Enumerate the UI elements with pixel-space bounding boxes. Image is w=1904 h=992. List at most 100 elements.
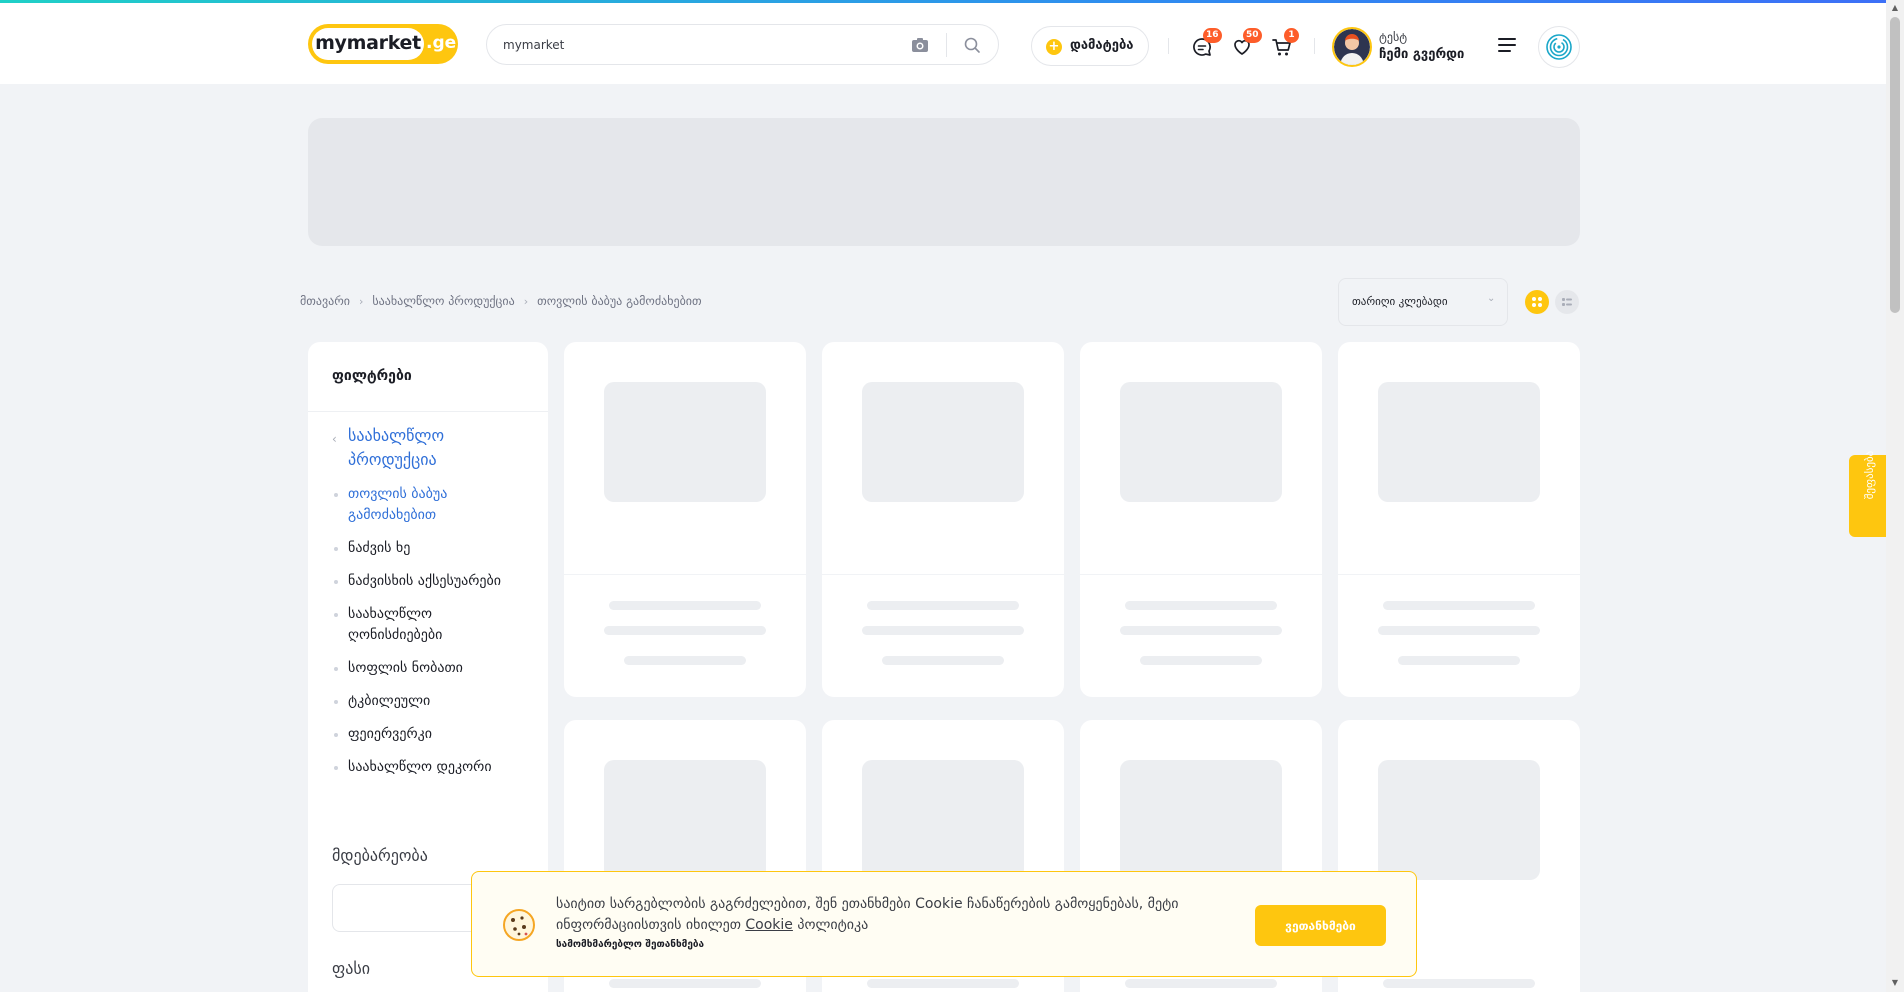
text-placeholder <box>609 601 761 610</box>
list-view-button[interactable] <box>1555 290 1579 314</box>
bullet-icon <box>334 733 338 737</box>
add-listing-button[interactable]: + დამატება <box>1031 26 1149 66</box>
feedback-tab-label: შეფასება <box>1863 450 1876 500</box>
category-item[interactable]: ნაძვისხის აქსესუარები <box>334 571 538 592</box>
category-item[interactable]: სოფლის ნობათი <box>334 658 528 679</box>
camera-icon[interactable] <box>911 37 929 53</box>
breadcrumb-home[interactable]: მთავარი <box>300 294 350 308</box>
category-label: სოფლის ნობათი <box>348 660 463 676</box>
site-logo[interactable]: mymarket .ge <box>308 24 458 64</box>
agree-button[interactable]: ვეთანხმები <box>1255 905 1386 946</box>
product-card-placeholder[interactable] <box>1080 342 1322 697</box>
text-placeholder <box>1398 656 1520 665</box>
price-label: ფასი <box>332 959 370 978</box>
favorites-badge: 50 <box>1243 28 1262 43</box>
divider <box>1338 574 1580 575</box>
bullet-icon <box>334 493 338 497</box>
search-box <box>486 24 999 65</box>
bullet-icon <box>334 667 338 671</box>
text-placeholder <box>604 626 766 635</box>
text-placeholder <box>1378 626 1540 635</box>
category-item[interactable]: საახალწლო ღონისძიებები <box>334 604 488 646</box>
text-placeholder <box>1125 601 1277 610</box>
list-view-icon <box>1562 298 1572 306</box>
category-label: ნაძვისხის აქსესუარები <box>348 573 501 589</box>
text-placeholder <box>1125 979 1277 988</box>
image-placeholder <box>1120 760 1282 880</box>
cookie-text-part: პოლიტიკა <box>792 917 869 933</box>
scroll-up-icon[interactable]: ▲ <box>1890 3 1900 13</box>
sort-label: თარიღი კლებადი <box>1352 295 1448 308</box>
category-item[interactable]: ტკბილეული <box>334 691 528 712</box>
bullet-icon <box>334 766 338 770</box>
image-placeholder <box>1378 760 1540 880</box>
add-listing-label: დამატება <box>1070 38 1134 53</box>
bullet-icon <box>334 580 338 584</box>
breadcrumb-category[interactable]: საახალწლო პროდუქცია <box>372 294 514 308</box>
avatar[interactable] <box>1332 27 1372 67</box>
divider <box>822 574 1064 575</box>
divider <box>564 574 806 575</box>
text-placeholder <box>867 979 1019 988</box>
category-label: ნაძვის ხე <box>348 540 411 556</box>
scrollbar-thumb[interactable] <box>1890 17 1900 313</box>
category-current[interactable]: თოვლის ბაბუა გამოძახებით <box>334 484 498 526</box>
feedback-tab[interactable]: შეფასება <box>1849 451 1887 537</box>
cookie-icon <box>503 909 535 941</box>
terms-link[interactable]: სამომხმარებლო შეთანხმება <box>556 939 704 950</box>
filters-title: ფილტრები <box>332 368 412 384</box>
banner-placeholder <box>308 118 1580 246</box>
text-placeholder <box>1383 979 1535 988</box>
header-divider <box>1314 38 1315 54</box>
image-placeholder <box>1120 382 1282 502</box>
text-placeholder <box>1120 626 1282 635</box>
product-card-placeholder[interactable] <box>564 342 806 697</box>
text-placeholder <box>1140 656 1262 665</box>
product-card-placeholder[interactable] <box>1338 342 1580 697</box>
my-page-link[interactable]: ჩემი გვერდი <box>1379 47 1464 62</box>
text-placeholder <box>882 656 1004 665</box>
image-placeholder <box>1378 382 1540 502</box>
plus-icon: + <box>1046 39 1062 55</box>
image-placeholder <box>604 760 766 880</box>
divider <box>1080 574 1322 575</box>
avatar-image <box>1334 29 1370 65</box>
search-input[interactable] <box>503 35 883 55</box>
menu-icon[interactable] <box>1498 38 1516 52</box>
breadcrumb-current: თოვლის ბაბუა გამოძახებით <box>537 294 702 308</box>
site-header: mymarket .ge + დამატება 16 50 1 <box>0 3 1886 84</box>
scrollbar[interactable]: ▲ ▼ <box>1886 0 1904 992</box>
category-parent[interactable]: ‹ საახალწლო პროდუქცია <box>332 424 498 472</box>
bullet-icon <box>334 547 338 551</box>
fingerprint-button[interactable] <box>1538 26 1580 68</box>
category-parent-label: საახალწლო პროდუქცია <box>348 426 445 469</box>
search-icon[interactable] <box>963 36 981 54</box>
user-name: ტესტ <box>1379 30 1408 44</box>
messages-badge: 16 <box>1203 28 1222 43</box>
sort-select[interactable]: თარიღი კლებადი ⌄ <box>1338 278 1508 326</box>
category-item[interactable]: ფეიერვერკი <box>334 724 528 745</box>
header-divider <box>1168 38 1169 54</box>
category-label: ტკბილეული <box>348 693 431 709</box>
text-placeholder <box>624 656 746 665</box>
cookie-policy-link[interactable]: Cookie <box>745 917 793 933</box>
cookie-banner: საიტით სარგებლობის გაგრძელებით, შენ ეთან… <box>471 871 1417 977</box>
bullet-icon <box>334 613 338 617</box>
cookie-text: საიტით სარგებლობის გაგრძელებით, შენ ეთან… <box>556 894 1256 936</box>
breadcrumb: მთავარი › საახალწლო პროდუქცია › თოვლის ბ… <box>300 294 702 308</box>
image-placeholder <box>862 760 1024 880</box>
grid-view-button[interactable] <box>1525 290 1549 314</box>
fingerprint-icon <box>1546 34 1572 60</box>
chevron-down-icon: ⌄ <box>1487 293 1496 304</box>
text-placeholder <box>609 979 761 988</box>
image-placeholder <box>862 382 1024 502</box>
text-placeholder <box>867 601 1019 610</box>
bullet-icon <box>334 700 338 704</box>
chevron-left-icon: ‹ <box>332 432 337 446</box>
logo-text: mymarket <box>312 28 424 60</box>
grid-view-icon <box>1532 297 1542 307</box>
scroll-down-icon[interactable]: ▼ <box>1890 978 1900 988</box>
category-item[interactable]: ნაძვის ხე <box>334 538 528 559</box>
product-card-placeholder[interactable] <box>822 342 1064 697</box>
category-item[interactable]: საახალწლო დეკორი <box>334 757 538 778</box>
